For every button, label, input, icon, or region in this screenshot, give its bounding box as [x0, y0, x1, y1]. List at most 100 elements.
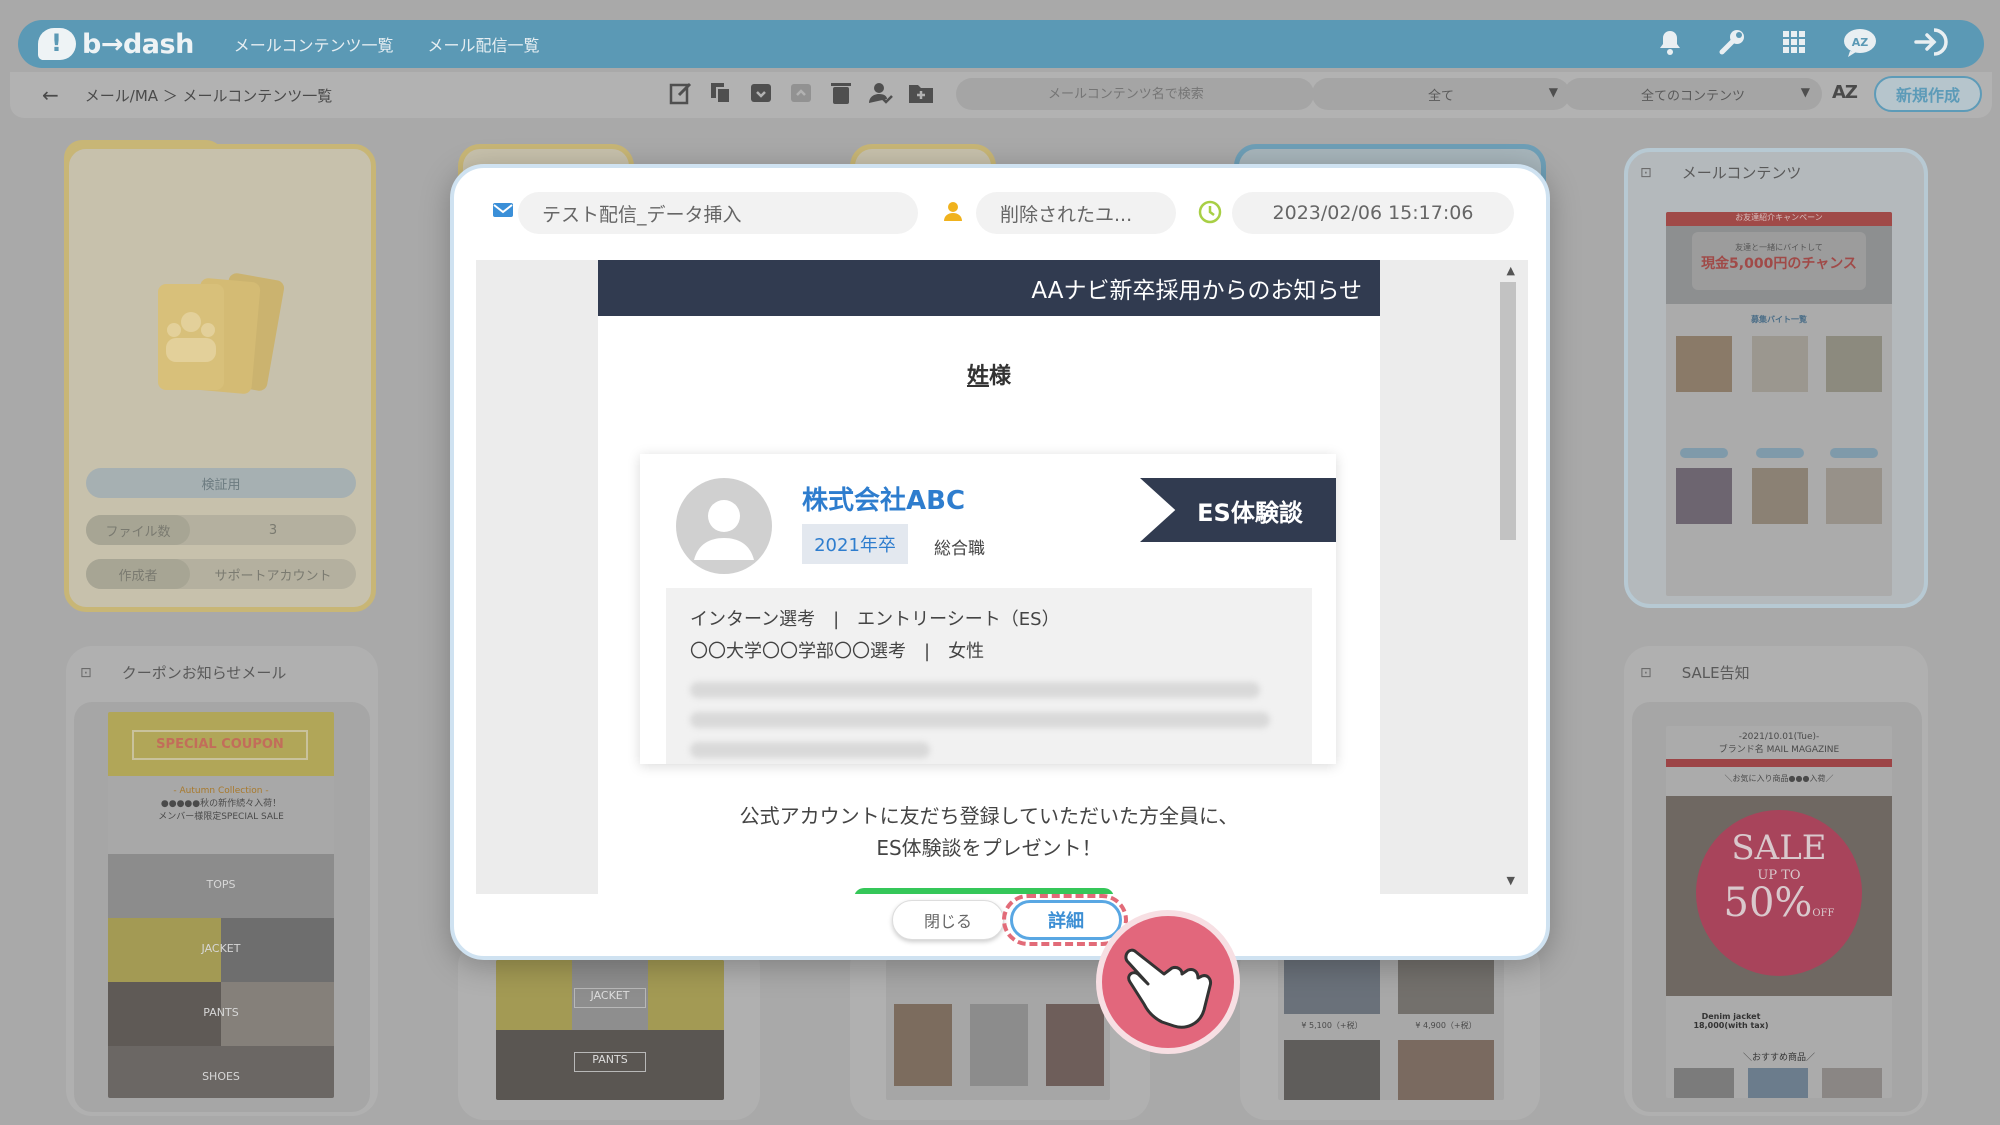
mail-card-2-thumbnail: JACKET PANTS	[496, 960, 724, 1100]
sale-brand: ブランド名 MAIL MAGAZINE	[1718, 745, 1840, 755]
clock-icon	[1198, 200, 1222, 230]
nav-mail-contents[interactable]: メールコンテンツ一覧	[234, 32, 394, 56]
salutation-name: 姓	[966, 364, 989, 389]
mail-message-line-2: ES体験談をプレゼント！	[876, 836, 1102, 860]
mail-card-4-thumbnail: ¥ 5,100（+税） ¥ 4,900（+税）	[1278, 956, 1504, 1100]
coupon-copy: ●●●●●秋の新作続々入荷！	[160, 799, 282, 809]
sale-card-title: ⊡ SALE告知	[1640, 662, 1750, 683]
graduation-year-tag: 2021年卒	[802, 524, 908, 564]
category-pants: PANTS	[203, 1006, 239, 1019]
folder-name: 検証用	[201, 477, 241, 493]
mail-preview-pane[interactable]: AAナビ新卒採用からのお知らせ 姓様 株式会社ABC 2021年卒 総合職 ES…	[476, 260, 1528, 894]
author-field: 削除されたユ...	[976, 192, 1176, 234]
new-create-button[interactable]: 新規作成	[1874, 76, 1982, 112]
mail-salutation: 姓様	[598, 358, 1380, 390]
author: 削除されたユ...	[1000, 203, 1133, 226]
bell-icon[interactable]	[1658, 29, 1682, 60]
mail-name: テスト配信_データ挿入	[542, 203, 742, 226]
template-icon: ⊡	[80, 664, 92, 681]
sale-title-text: SALE告知	[1681, 664, 1750, 682]
sale-price: 18,000(with tax)	[1693, 1021, 1769, 1030]
user-badge: AZ	[1852, 36, 1869, 49]
mail-message: 公式アカウントに友だち登録していただいた方全員に、 ES体験談をプレゼント！	[598, 800, 1380, 864]
user-check-icon[interactable]	[868, 80, 894, 106]
price-2: ¥ 4,900（+税）	[1415, 1021, 1477, 1030]
breadcrumb: メール/MA ＞ メールコンテンツ一覧	[84, 86, 333, 105]
nav-mail-delivery[interactable]: メール配信一覧	[427, 32, 539, 56]
template-icon: ⊡	[1640, 664, 1652, 681]
trash-icon[interactable]	[828, 80, 854, 106]
es-university-line: 〇〇大学〇〇学部〇〇選考 | 女性	[690, 641, 985, 662]
sale-arrivals: ＼お気に入り商品●●●入荷／	[1724, 774, 1834, 783]
campaign-cash: 現金5,000円のチャンス	[1701, 256, 1857, 272]
sale-recommend: ＼おすすめ商品／	[1742, 1053, 1815, 1063]
tap-hand-pointer-icon	[1096, 910, 1240, 1054]
category-pants-2: PANTS	[574, 1052, 646, 1072]
content-filter-value: 全てのコンテンツ	[1640, 88, 1745, 104]
bdash-logo[interactable]: b→dash	[38, 28, 194, 60]
coupon-sub: - Autumn Collection -	[173, 786, 269, 796]
file-count-value: 3	[268, 522, 278, 538]
datetime-field: 2023/02/06 15:17:06	[1232, 192, 1514, 234]
sale-off: OFF	[1812, 908, 1835, 919]
coupon-card-title: ⊡ クーポンお知らせメール	[80, 662, 286, 683]
back-arrow-icon[interactable]: ←	[42, 83, 59, 107]
user-cloud-icon[interactable]: AZ	[1842, 27, 1878, 62]
coupon-thumbnail: SPECIAL COUPON - Autumn Collection - ●●●…	[108, 712, 334, 1098]
mail-message-line-1: 公式アカウントに友だち登録していただいた方全員に、	[739, 804, 1239, 828]
company-name: 株式会社ABC	[802, 486, 966, 516]
scroll-up-arrow-icon[interactable]: ▲	[1507, 264, 1515, 277]
logout-icon[interactable]	[1914, 27, 1948, 62]
coupon-banner: SPECIAL COUPON	[132, 730, 308, 760]
close-button[interactable]: 閉じる	[892, 900, 1004, 940]
blurred-text	[690, 682, 1260, 698]
apps-grid-icon[interactable]	[1782, 30, 1806, 59]
category-jacket: JACKET	[201, 942, 241, 955]
datetime: 2023/02/06 15:17:06	[1272, 202, 1474, 224]
logo-bubble-icon	[38, 28, 76, 60]
sale-date: -2021/10.01(Tue)-	[1738, 732, 1820, 742]
folder-add-icon[interactable]	[908, 80, 934, 106]
creator-label: 作成者	[86, 559, 190, 589]
mail-name-field: テスト配信_データ挿入	[518, 192, 918, 234]
es-selection-line: インターン選考 | エントリーシート（ES）	[690, 609, 1060, 630]
category-tops: TOPS	[206, 878, 236, 891]
mail-banner: AAナビ新卒採用からのお知らせ	[598, 260, 1380, 316]
sale-item: Denim jacket	[1701, 1012, 1761, 1021]
es-ribbon: ES体験談	[1140, 478, 1336, 542]
blurred-text	[690, 742, 930, 758]
scroll-down-arrow-icon[interactable]: ▼	[1507, 874, 1515, 887]
mail-content-card-title: ⊡ メールコンテンツ	[1640, 162, 1801, 183]
es-details-box: インターン選考 | エントリーシート（ES） 〇〇大学〇〇学部〇〇選考 | 女性	[666, 588, 1312, 764]
archive-icon[interactable]	[748, 80, 774, 106]
status-filter-select[interactable]: 全て ▼	[1312, 78, 1570, 110]
category-jacket-2: JACKET	[574, 988, 646, 1008]
edit-icon[interactable]	[668, 80, 694, 106]
creator-row: 作成者 サポートアカウント	[86, 559, 356, 589]
es-experience-card: 株式会社ABC 2021年卒 総合職 ES体験談 インターン選考 | エントリー…	[640, 454, 1336, 764]
salutation-suffix: 様	[989, 364, 1012, 389]
logo-text: b→dash	[82, 28, 194, 60]
mail-content-title-text: メールコンテンツ	[1681, 164, 1802, 182]
mail-banner-text: AAナビ新卒採用からのお知らせ	[1031, 278, 1362, 304]
wrench-icon[interactable]	[1718, 28, 1746, 61]
creator-value: サポートアカウント	[214, 568, 332, 584]
campaign-banner: お友達紹介キャンペーン	[1666, 212, 1892, 226]
mail-icon	[492, 200, 514, 225]
category-shoes: SHOES	[202, 1070, 240, 1083]
blurred-text	[690, 712, 1270, 728]
unarchive-icon	[788, 80, 814, 106]
status-filter-value: 全て	[1427, 88, 1454, 104]
file-count-label: ファイル数	[86, 515, 190, 545]
scrollbar-thumb[interactable]	[1500, 282, 1516, 540]
person-icon	[942, 200, 964, 228]
sale-thumbnail: -2021/10.01(Tue)- ブランド名 MAIL MAGAZINE ＼お…	[1666, 726, 1892, 1098]
search-input[interactable]	[956, 78, 1314, 110]
folder-users-icon	[152, 270, 292, 400]
content-filter-select[interactable]: 全てのコンテンツ ▼	[1564, 78, 1822, 110]
mail-preview-modal: テスト配信_データ挿入 削除されたユ... 2023/02/06 15:17:0…	[450, 164, 1550, 960]
coupon-title-text: クーポンお知らせメール	[121, 664, 287, 682]
copy-icon[interactable]	[708, 80, 734, 106]
sort-az-icon[interactable]: AZ	[1832, 82, 1858, 103]
avatar	[676, 478, 772, 574]
